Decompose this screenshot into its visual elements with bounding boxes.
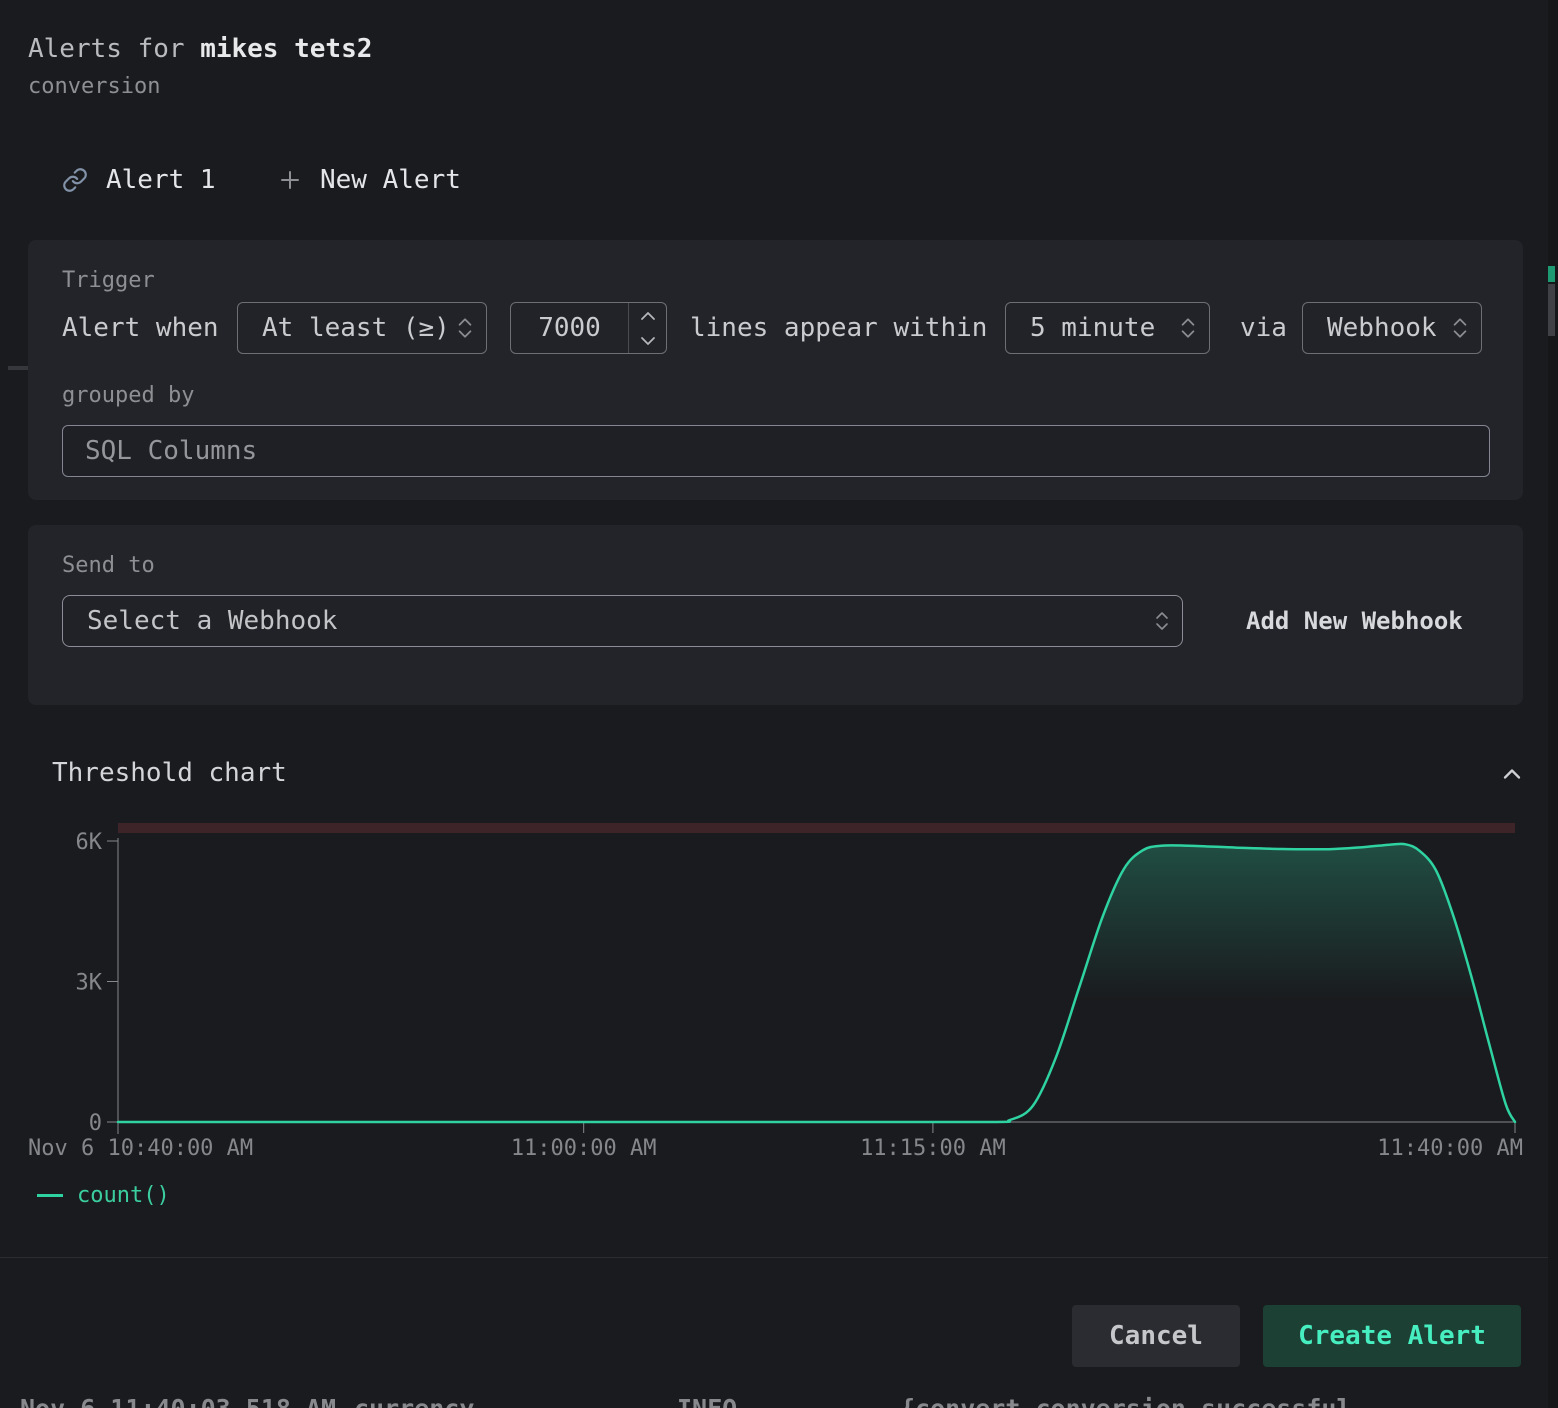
link-icon xyxy=(62,167,88,193)
spinner-down-button[interactable] xyxy=(629,328,666,353)
page-title-prefix: Alerts for xyxy=(28,34,200,64)
condition-select-value: At least (≥) xyxy=(262,313,450,343)
x-tick-label: Nov 6 10:40:00 AM xyxy=(28,1136,253,1161)
tab-alert-1[interactable]: Alert 1 xyxy=(62,156,216,204)
page-edge-fleck xyxy=(1548,284,1555,336)
x-tick-label: 11:00:00 AM xyxy=(511,1136,657,1161)
cancel-button[interactable]: Cancel xyxy=(1072,1305,1240,1367)
background-log-row: Nov 6 11:40:03.518 AM currency INFO {con… xyxy=(0,1393,1558,1408)
log-message: {convert conversion successful xyxy=(900,1394,1352,1408)
collapse-chart-button[interactable] xyxy=(1494,756,1530,792)
log-level: INFO xyxy=(677,1394,737,1408)
add-new-webhook-button[interactable]: Add New Webhook xyxy=(1228,595,1481,647)
channel-select-value: Webhook xyxy=(1327,313,1437,343)
create-alert-button[interactable]: Create Alert xyxy=(1263,1305,1521,1367)
log-timestamp: Nov 6 11:40:03.518 AM xyxy=(20,1394,336,1408)
chevron-up-icon xyxy=(640,310,656,322)
alert-when-text: Alert when xyxy=(62,302,219,354)
chevron-up-down-icon xyxy=(1154,610,1170,632)
via-text: via xyxy=(1240,302,1287,354)
chevron-up-down-icon xyxy=(1451,316,1469,340)
page-subtitle: conversion xyxy=(28,74,160,99)
chevron-down-icon xyxy=(640,335,656,347)
tab-new-alert-label: New Alert xyxy=(320,165,461,195)
lines-appear-text: lines appear within xyxy=(690,302,987,354)
x-tick-label: 11:15:00 AM xyxy=(860,1136,1006,1161)
trigger-section: Trigger Alert when At least (≥) 7000 lin… xyxy=(28,240,1523,500)
tab-alert-1-label: Alert 1 xyxy=(106,165,216,195)
threshold-band xyxy=(118,823,1515,833)
threshold-chart: 0 3K 6K Nov 6 10:40:00 AM 11:00:00 AM 11:15:0… xyxy=(0,818,1558,1168)
threshold-chart-title: Threshold chart xyxy=(52,758,287,788)
chart-legend[interactable]: count() xyxy=(37,1183,170,1208)
chevron-up-icon xyxy=(1498,760,1526,788)
page-edge-fleck xyxy=(1548,266,1555,282)
time-window-select-value: 5 minute xyxy=(1030,313,1155,343)
condition-select[interactable]: At least (≥) xyxy=(237,302,487,354)
legend-line-swatch xyxy=(37,1194,63,1197)
log-service: currency xyxy=(354,1394,474,1408)
alerts-modal: Alerts for mikes tets2 conversion Alert … xyxy=(0,0,1558,1408)
series-area xyxy=(118,844,1515,1122)
y-tick-label: 6K xyxy=(76,830,103,855)
webhook-select[interactable]: Select a Webhook xyxy=(62,595,1183,647)
send-to-label: Send to xyxy=(62,553,155,578)
grouped-by-label: grouped by xyxy=(62,383,194,408)
page-title: Alerts for mikes tets2 xyxy=(28,34,372,64)
time-window-select[interactable]: 5 minute xyxy=(1005,302,1210,354)
page-title-source-name: mikes tets2 xyxy=(200,34,372,64)
channel-select[interactable]: Webhook xyxy=(1302,302,1482,354)
threshold-spinner xyxy=(628,303,666,353)
y-tick-label: 3K xyxy=(76,971,103,996)
trigger-label: Trigger xyxy=(62,268,155,293)
threshold-input-value[interactable]: 7000 xyxy=(511,303,628,353)
send-to-section: Send to Select a Webhook Add New Webhook xyxy=(28,525,1523,705)
alert-tabs: Alert 1 New Alert xyxy=(0,150,1558,216)
group-by-input[interactable] xyxy=(62,425,1490,477)
footer-divider xyxy=(0,1257,1558,1258)
page-edge-strip xyxy=(1548,0,1558,1408)
chevron-up-down-icon xyxy=(456,316,474,340)
chevron-up-down-icon xyxy=(1179,316,1197,340)
plus-icon xyxy=(278,168,302,192)
y-tick-label: 0 xyxy=(89,1111,102,1136)
threshold-input[interactable]: 7000 xyxy=(510,302,667,354)
tab-new-alert[interactable]: New Alert xyxy=(278,156,461,204)
webhook-select-value: Select a Webhook xyxy=(87,606,337,636)
spinner-up-button[interactable] xyxy=(629,303,666,328)
x-tick-label: 11:40:00 AM xyxy=(1377,1136,1523,1161)
legend-series-label: count() xyxy=(77,1183,170,1208)
